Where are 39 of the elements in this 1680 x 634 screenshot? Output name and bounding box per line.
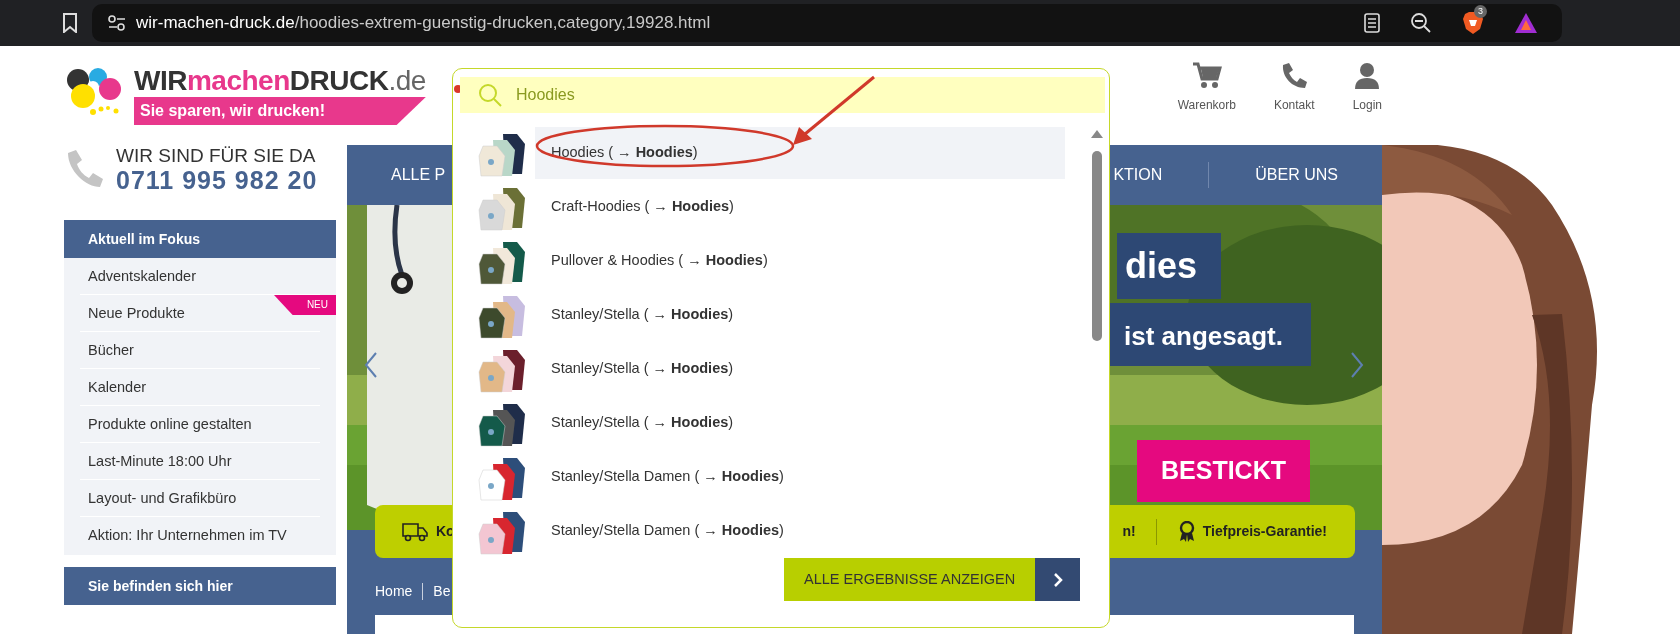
zoom-out-icon[interactable] (1410, 12, 1432, 34)
site-settings-icon[interactable] (108, 15, 126, 31)
sidebar-link[interactable]: Aktion: Ihr Unternehmen im TV (88, 527, 287, 543)
breadcrumb-link[interactable]: Be (433, 581, 451, 602)
search-result[interactable]: Hoodies ( → Hoodies) (535, 127, 1065, 179)
url-text[interactable]: wir-machen-druck.de/hoodies-extrem-guenstig-drucken,category,19928.html (136, 10, 711, 36)
sidebar-link[interactable]: Kalender (88, 379, 147, 395)
sidebar-link[interactable]: Adventskalender (88, 268, 196, 284)
phone-icon (1280, 62, 1309, 90)
logo-tagline: Sie sparen, wir drucken! (134, 97, 426, 125)
header-link[interactable]: Warenkorb (1177, 96, 1236, 114)
scroll-up-icon[interactable] (1091, 129, 1103, 138)
search-icon (478, 83, 502, 107)
section-heading: Sie befinden sich hier (64, 567, 336, 605)
hotline-heading: WIR SIND FÜR SIE DA (116, 146, 317, 166)
breadcrumb-link[interactable]: Home (375, 581, 413, 602)
nav-link[interactable]: KTION (1113, 163, 1163, 187)
logo-wordmark[interactable]: WIRmachenDRUCK.de (134, 68, 426, 94)
triangle-icon[interactable] (1514, 12, 1538, 34)
shield-count-badge: 3 (1474, 4, 1487, 18)
new-badge: NEU (274, 295, 336, 315)
sidebar-link[interactable]: Neue Produkte (88, 305, 185, 321)
nav-link[interactable]: ÜBER UNS (1255, 163, 1338, 187)
section-heading: Aktuell im Fokus (64, 220, 336, 258)
chevron-right-icon (1051, 571, 1064, 588)
sidebar-link[interactable]: Layout- und Grafikbüro (88, 490, 237, 506)
user-icon (1354, 62, 1381, 90)
nav-link[interactable]: ALLE P (391, 163, 446, 187)
chevron-button[interactable] (1035, 558, 1081, 601)
hotline-number[interactable]: 0711 995 982 20 (116, 166, 318, 194)
show-all-results-button[interactable]: ALLE ERGEBNISSE ANZEIGEN (784, 558, 1036, 601)
sidebar-link[interactable]: Bücher (88, 342, 134, 358)
bookmark-icon[interactable] (62, 13, 78, 33)
sidebar-link[interactable]: Produkte online gestalten (88, 416, 252, 432)
reader-mode-icon[interactable] (1364, 13, 1380, 33)
cart-icon (1191, 62, 1222, 90)
header-link[interactable]: Kontakt (1273, 96, 1315, 114)
header-link[interactable]: Login (1352, 96, 1382, 114)
sidebar-link[interactable]: Last-Minute 18:00 Uhr (88, 453, 232, 469)
